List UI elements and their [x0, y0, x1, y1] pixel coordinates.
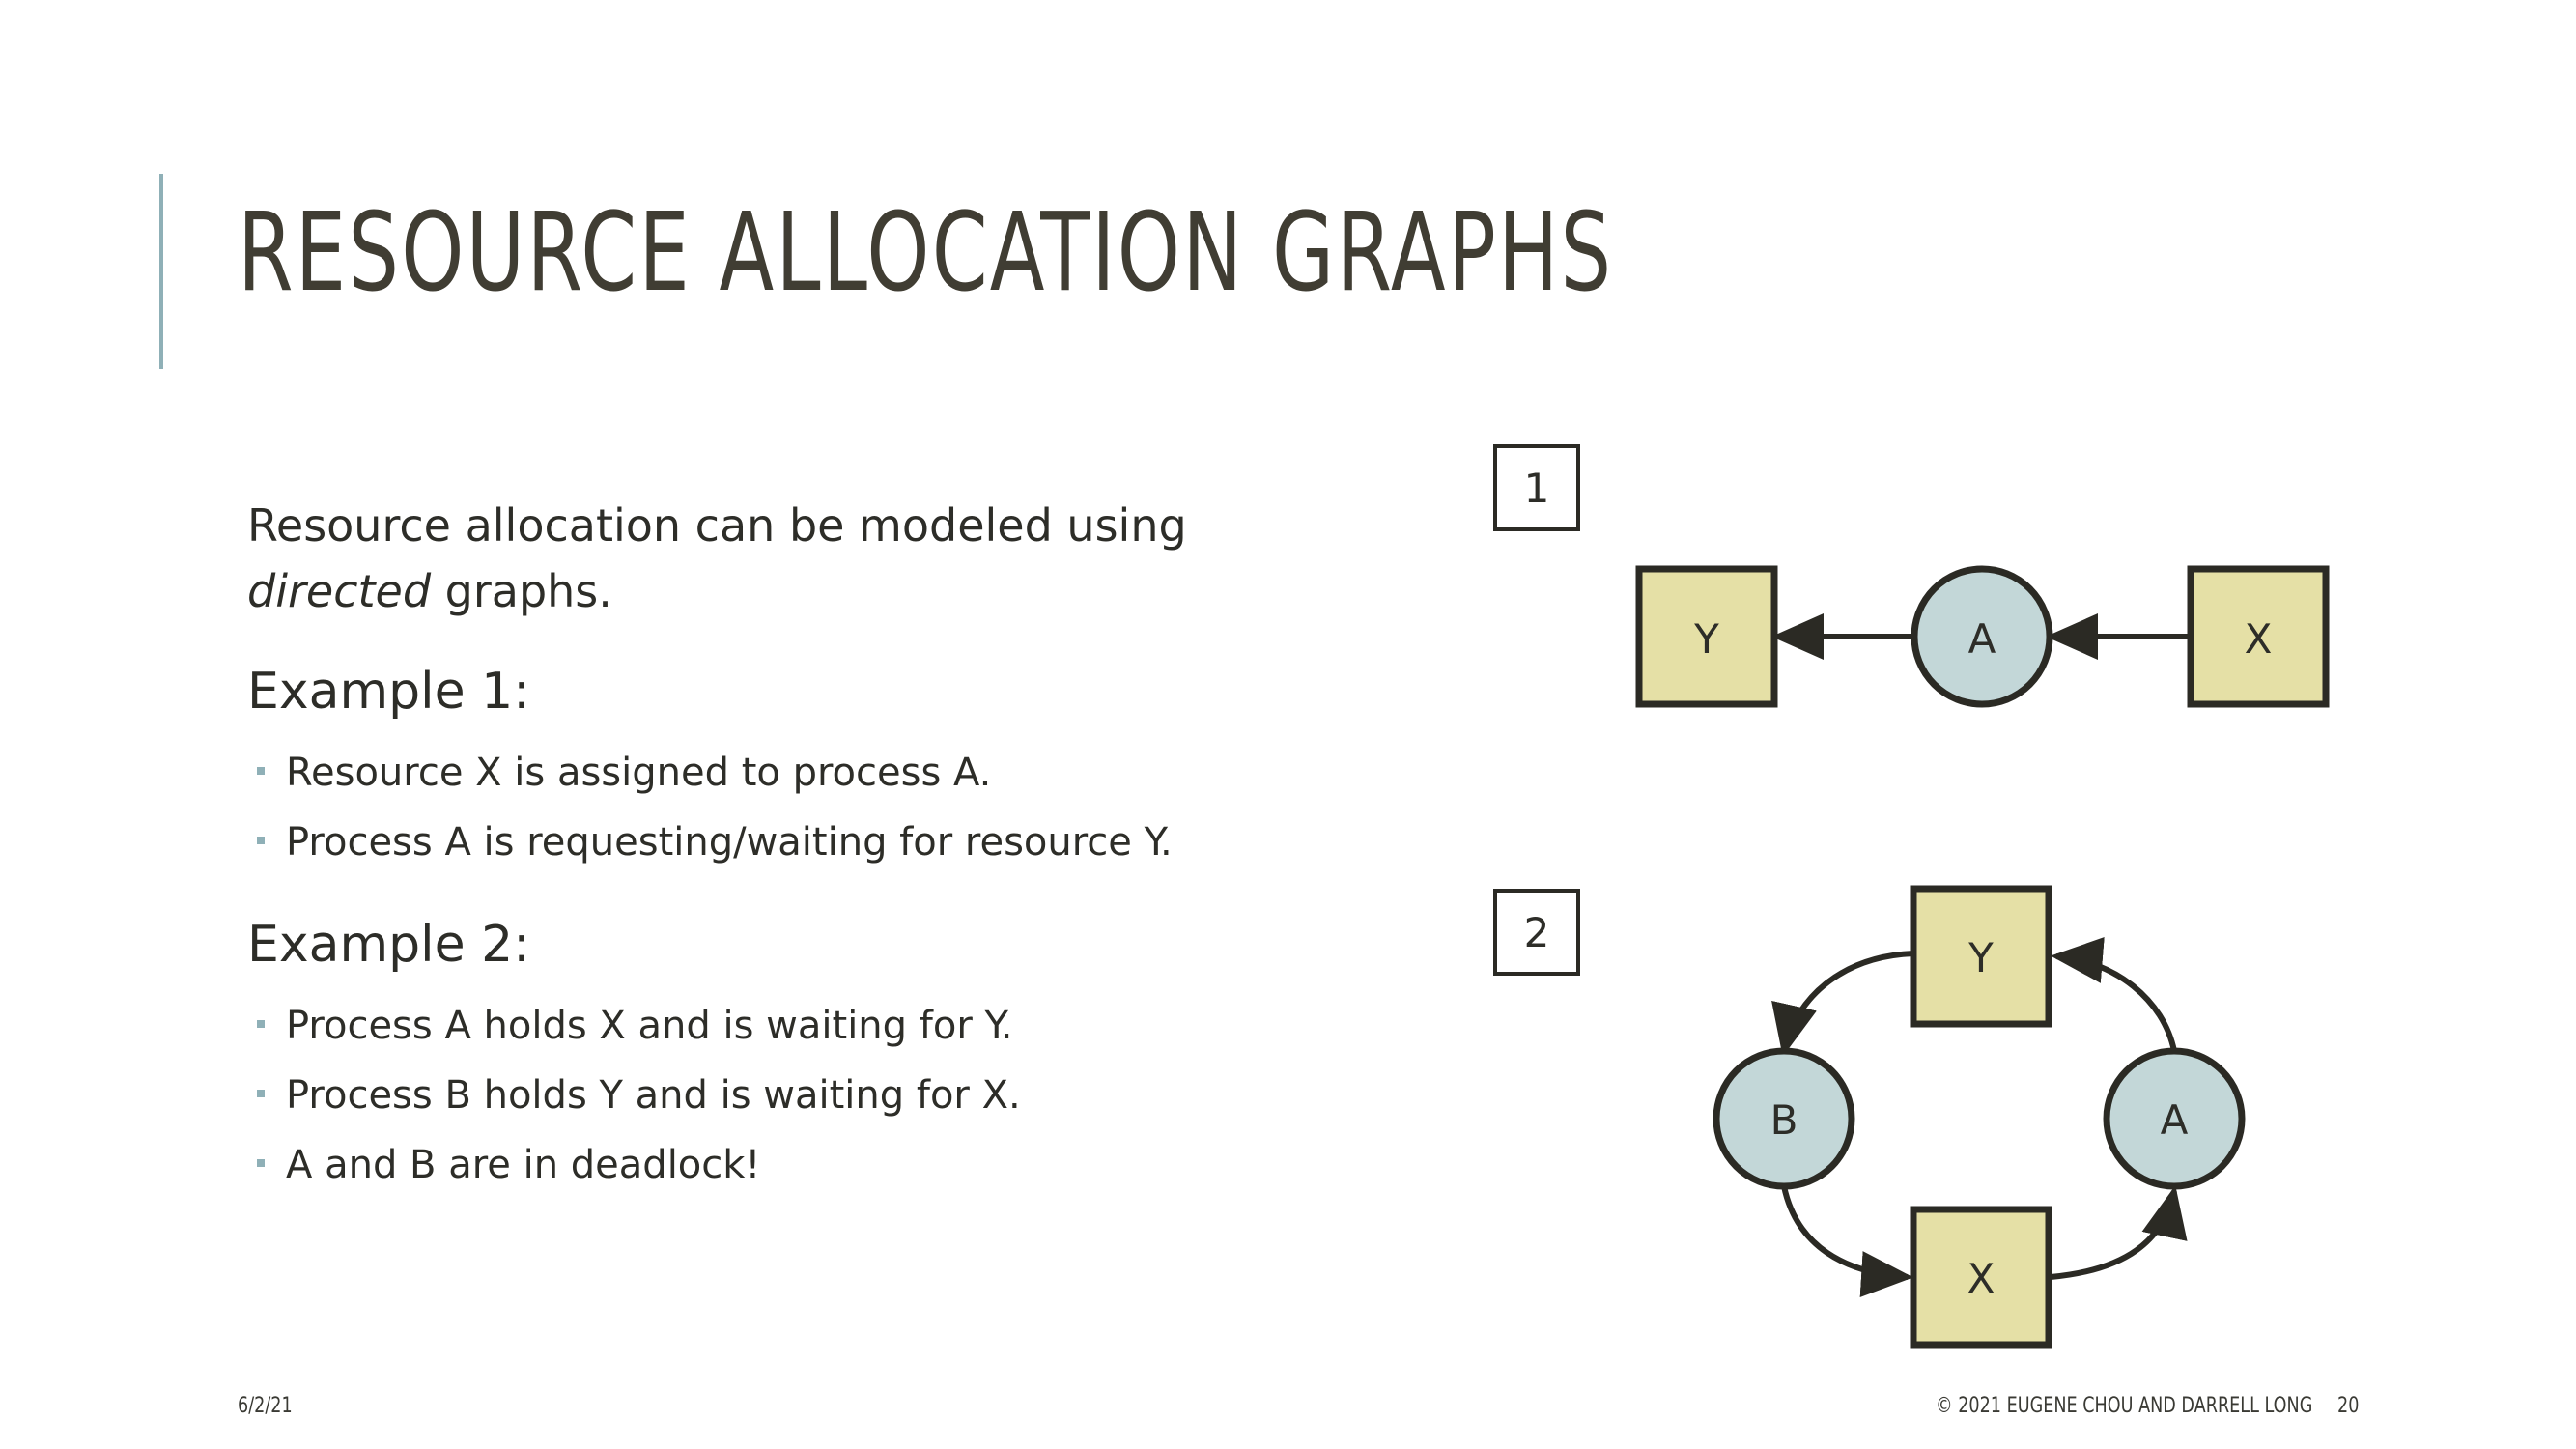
diagram-2-label: 2: [1524, 909, 1550, 956]
edge-b-to-x: [1781, 1185, 1913, 1297]
process-a-label: A: [2161, 1096, 2189, 1144]
resource-y-label: Y: [1693, 615, 1719, 663]
diagram-1: 1 Y A X: [1493, 444, 2330, 708]
footer-copyright: © 2021 EUGENE CHOU AND DARRELL LONG: [1936, 1394, 2313, 1418]
footer-date: 6/2/21: [238, 1394, 293, 1418]
edge-x-to-a: [2050, 1185, 2188, 1280]
process-a-label: A: [1968, 615, 1996, 663]
footer-page-number: 20: [2337, 1394, 2360, 1418]
resource-x-label: X: [2245, 615, 2273, 663]
diagram-2: 2 Y B A X: [1493, 885, 2246, 1349]
resource-allocation-diagrams: 1 Y A X 2 Y B A X: [1493, 444, 2330, 1349]
diagram-1-label: 1: [1524, 465, 1550, 512]
process-b-label: B: [1770, 1096, 1798, 1144]
edge-a-to-y: [2051, 937, 2177, 1052]
resource-y-label: Y: [1967, 934, 1994, 981]
edge-y-to-b: [1771, 951, 1914, 1057]
resource-x-label: X: [1967, 1255, 1996, 1302]
